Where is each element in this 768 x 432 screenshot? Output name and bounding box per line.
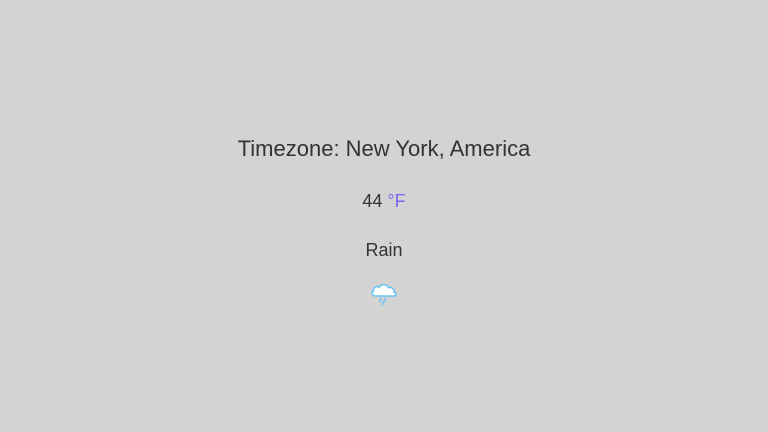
temperature-display: 44 °F — [0, 189, 768, 213]
temperature-value: 44 — [362, 191, 383, 211]
timezone-label: Timezone: New York, America — [237, 136, 531, 161]
weather-condition: Rain — [365, 240, 403, 260]
rain-cloud-icon — [369, 280, 399, 306]
weather-page: Timezone: New York, America 44 °F Rain — [0, 0, 768, 432]
temperature-unit-toggle[interactable]: °F — [387, 191, 405, 211]
